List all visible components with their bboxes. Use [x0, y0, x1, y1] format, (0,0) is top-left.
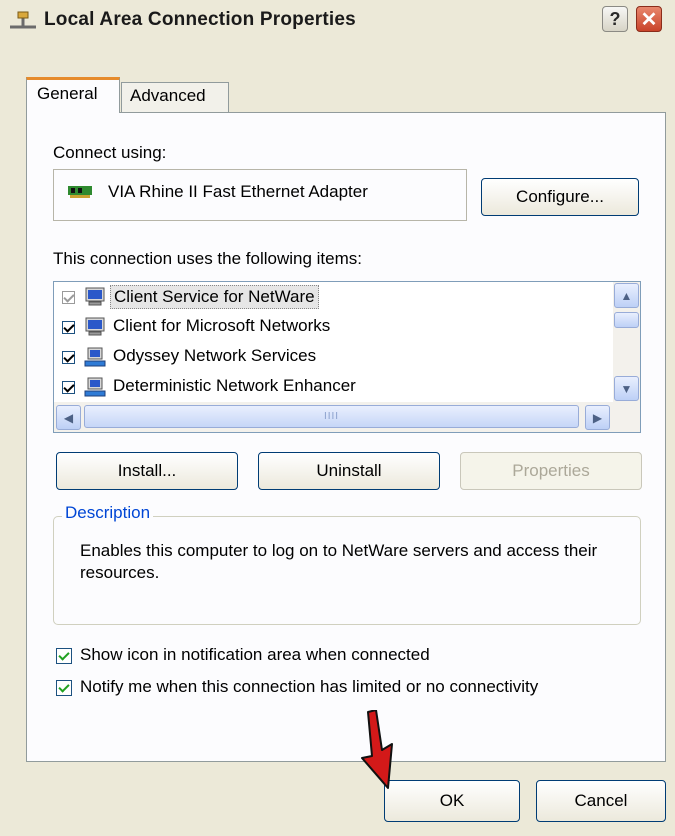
chevron-up-icon: ▲: [620, 288, 633, 303]
configure-button-label: Configure...: [516, 187, 604, 206]
close-icon: ✕: [640, 8, 658, 31]
computer-icon: [85, 317, 105, 336]
scroll-left-button[interactable]: ◀: [56, 405, 81, 430]
adapter-field: VIA Rhine II Fast Ethernet Adapter: [53, 169, 467, 221]
list-item[interactable]: Odyssey Network Services: [54, 342, 614, 372]
chevron-right-icon: ▶: [592, 410, 603, 425]
item-checkbox[interactable]: [62, 381, 75, 394]
computer-icon: [85, 287, 105, 306]
notify-label[interactable]: Notify me when this connection has limit…: [80, 677, 538, 697]
vertical-scroll-thumb[interactable]: [614, 312, 639, 328]
help-button[interactable]: ?: [602, 6, 628, 32]
network-service-icon: [84, 347, 106, 367]
install-button-label: Install...: [117, 461, 177, 480]
list-item[interactable]: Deterministic Network Enhancer: [54, 372, 614, 402]
scroll-right-button[interactable]: ▶: [585, 405, 610, 430]
tab-general[interactable]: General: [26, 77, 120, 113]
adapter-name: VIA Rhine II Fast Ethernet Adapter: [108, 182, 368, 201]
description-legend: Description: [62, 503, 154, 523]
vertical-scrollbar[interactable]: ▲ ▼: [613, 282, 640, 402]
tab-advanced[interactable]: Advanced: [121, 82, 229, 112]
scroll-down-button[interactable]: ▼: [614, 376, 639, 401]
show-icon-label[interactable]: Show icon in notification area when conn…: [80, 645, 430, 665]
network-adapter-icon: [68, 186, 92, 198]
install-button[interactable]: Install...: [56, 452, 238, 490]
description-text: Enables this computer to log on to NetWa…: [80, 541, 598, 582]
help-icon: ?: [609, 8, 621, 29]
horizontal-scroll-thumb[interactable]: IIII: [84, 405, 579, 428]
item-checkbox[interactable]: [62, 351, 75, 364]
properties-button[interactable]: Properties: [460, 452, 642, 490]
close-button[interactable]: ✕: [636, 6, 662, 32]
cancel-button-label: Cancel: [574, 791, 628, 810]
horizontal-scrollbar[interactable]: ◀ IIII ▶: [54, 402, 640, 432]
chevron-left-icon: ◀: [63, 410, 74, 425]
items-label: This connection uses the following items…: [53, 249, 362, 268]
list-item[interactable]: Client for Microsoft Networks: [54, 312, 614, 342]
item-label: Deterministic Network Enhancer: [113, 376, 356, 395]
ok-button[interactable]: OK: [384, 780, 520, 822]
list-item[interactable]: Client Service for NetWare: [54, 282, 614, 312]
uninstall-button[interactable]: Uninstall: [258, 452, 440, 490]
network-service-icon: [84, 377, 106, 397]
scroll-grip: IIII: [323, 411, 340, 422]
properties-dialog: Local Area Connection Properties ? ✕ Gen…: [0, 0, 675, 836]
item-checkbox[interactable]: [62, 291, 75, 304]
chevron-down-icon: ▼: [620, 381, 633, 396]
item-label: Client for Microsoft Networks: [113, 316, 331, 335]
ok-button-label: OK: [439, 791, 465, 810]
properties-button-label: Properties: [512, 461, 590, 480]
configure-button[interactable]: Configure...: [481, 178, 639, 216]
cancel-button[interactable]: Cancel: [536, 780, 666, 822]
item-checkbox[interactable]: [62, 321, 75, 334]
show-icon-checkbox[interactable]: [56, 648, 72, 664]
components-list[interactable]: Client Service for NetWare Client for Mi…: [53, 281, 641, 433]
network-connection-icon: [10, 11, 36, 29]
connect-using-label: Connect using:: [53, 143, 167, 162]
window-title: Local Area Connection Properties: [44, 9, 356, 30]
red-arrow-pointer-icon: [361, 710, 393, 789]
title-bar[interactable]: Local Area Connection Properties ? ✕: [0, 0, 675, 40]
item-label: Odyssey Network Services: [113, 346, 317, 365]
notify-checkbox[interactable]: [56, 680, 72, 696]
uninstall-button-label: Uninstall: [316, 461, 382, 480]
item-label: Client Service for NetWare: [110, 285, 319, 309]
scroll-up-button[interactable]: ▲: [614, 283, 639, 308]
